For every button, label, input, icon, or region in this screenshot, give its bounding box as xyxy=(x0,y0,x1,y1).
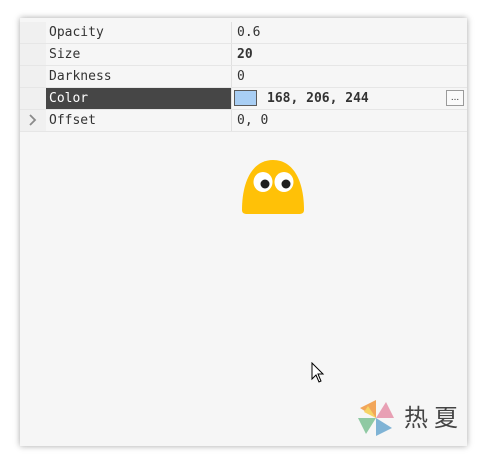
color-swatch[interactable] xyxy=(234,90,257,106)
property-name-offset: Offset xyxy=(46,110,232,131)
property-row-offset[interactable]: Offset 0, 0 xyxy=(20,110,467,132)
property-value-darkness[interactable]: 0 xyxy=(234,66,464,87)
property-name-darkness: Darkness xyxy=(46,66,232,87)
row-gutter xyxy=(20,44,46,65)
row-gutter xyxy=(20,88,46,109)
row-gutter xyxy=(20,66,46,87)
property-row-size[interactable]: Size 20 xyxy=(20,44,467,66)
property-name-size: Size xyxy=(46,44,232,65)
property-name-color: Color xyxy=(46,88,232,109)
color-picker-button[interactable]: ... xyxy=(446,90,464,106)
property-value-size[interactable]: 20 xyxy=(234,44,464,65)
property-row-darkness[interactable]: Darkness 0 xyxy=(20,66,467,88)
property-value-offset[interactable]: 0, 0 xyxy=(234,110,464,131)
property-value-opacity[interactable]: 0.6 xyxy=(234,22,464,43)
mouse-cursor-icon xyxy=(311,362,325,383)
property-row-opacity[interactable]: Opacity 0.6 xyxy=(20,22,467,44)
row-gutter[interactable] xyxy=(20,110,46,131)
watermark-text: 热夏 xyxy=(404,404,464,432)
property-grid: Opacity 0.6 Size 20 Darkness 0 Color 168… xyxy=(20,22,467,132)
property-window: Opacity 0.6 Size 20 Darkness 0 Color 168… xyxy=(20,18,467,446)
yellow-blob-character xyxy=(242,160,304,214)
row-gutter xyxy=(20,22,46,43)
pinwheel-logo-icon xyxy=(358,400,394,436)
property-name-opacity: Opacity xyxy=(46,22,232,43)
chevron-right-icon[interactable] xyxy=(26,113,40,127)
property-value-color[interactable]: 168, 206, 244 xyxy=(264,88,467,109)
property-row-color[interactable]: Color 168, 206, 244 ... xyxy=(20,88,467,110)
